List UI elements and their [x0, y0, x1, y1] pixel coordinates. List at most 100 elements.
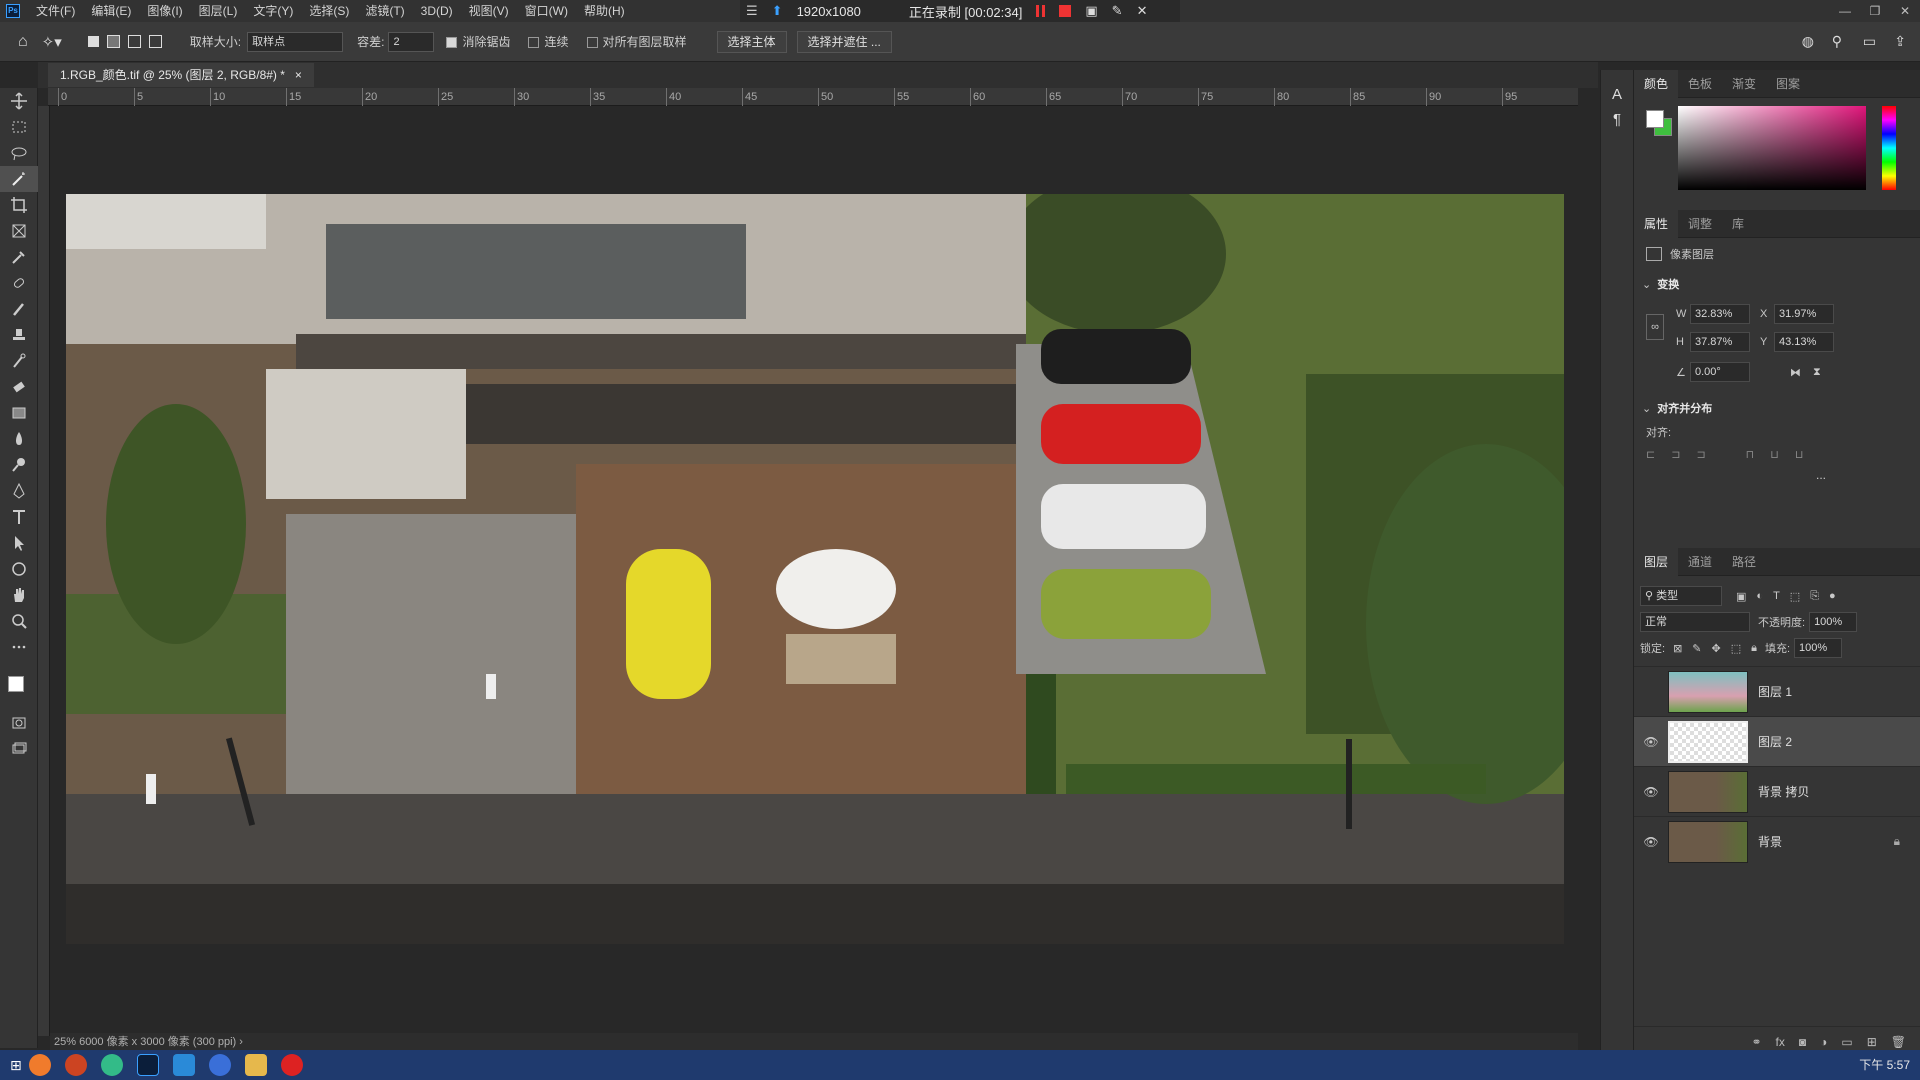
paragraph-panel-icon[interactable]: ¶: [1601, 111, 1633, 128]
select-and-mask-button[interactable]: 选择并遮住 ...: [796, 30, 892, 53]
angle-field[interactable]: 0.00°: [1690, 362, 1750, 382]
document-image[interactable]: [66, 194, 1564, 944]
search-icon[interactable]: ⚲: [1832, 33, 1842, 50]
close-icon[interactable]: ✕: [1137, 3, 1148, 19]
menu-filter[interactable]: 滤镜(T): [357, 0, 412, 22]
opacity-field[interactable]: 100%: [1809, 612, 1858, 632]
y-field[interactable]: 43.13%: [1774, 332, 1834, 352]
share-icon[interactable]: ⇪: [1894, 33, 1906, 50]
menu-select[interactable]: 选择(S): [301, 0, 357, 22]
adjustment-layer-icon[interactable]: ◑: [1820, 1035, 1827, 1049]
eyedropper-tool-icon[interactable]: [0, 244, 38, 270]
align-left-icon[interactable]: ⊏: [1646, 448, 1655, 461]
menu-file[interactable]: 文件(F): [28, 0, 83, 22]
foreground-color-swatch[interactable]: [8, 676, 24, 692]
character-panel-icon[interactable]: A: [1601, 86, 1633, 103]
camera-icon[interactable]: ▣: [1085, 3, 1097, 19]
subtract-selection-icon[interactable]: [127, 35, 141, 48]
eye-icon[interactable]: 👁︎: [1634, 785, 1668, 799]
photoshop-taskbar-icon[interactable]: [136, 1054, 159, 1076]
eye-icon[interactable]: 👁︎: [1634, 835, 1668, 849]
tab-channels[interactable]: 通道: [1678, 548, 1722, 576]
sample-all-layers-checkbox[interactable]: 对所有图层取样: [586, 33, 687, 50]
lock-transparent-icon[interactable]: ⊠: [1673, 642, 1682, 655]
select-subject-button[interactable]: 选择主体: [716, 30, 787, 53]
move-tool-icon[interactable]: [0, 88, 38, 114]
tab-libraries[interactable]: 库: [1722, 210, 1754, 238]
document-tab-close-icon[interactable]: ×: [295, 63, 302, 87]
more-options[interactable]: ...: [1816, 468, 1826, 482]
restore-icon[interactable]: ❐: [1860, 0, 1890, 22]
fx-icon[interactable]: fx: [1776, 1035, 1785, 1049]
lock-position-icon[interactable]: ✥: [1712, 642, 1721, 655]
chat-icon[interactable]: [100, 1054, 123, 1076]
filter-adjustment-icon[interactable]: ◐: [1756, 590, 1763, 602]
filter-smart-object-icon[interactable]: ⎘: [1810, 590, 1819, 603]
type-tool-icon[interactable]: [0, 504, 38, 530]
x-field[interactable]: 31.97%: [1774, 304, 1834, 324]
menu-edit[interactable]: 编辑(E): [83, 0, 139, 22]
add-mask-icon[interactable]: ◙: [1799, 1035, 1806, 1049]
blur-tool-icon[interactable]: [0, 426, 38, 452]
windows-start-icon[interactable]: ⊞: [10, 1057, 22, 1074]
fill-field[interactable]: 100%: [1794, 638, 1843, 658]
tab-adjustments[interactable]: 调整: [1678, 210, 1722, 238]
height-field[interactable]: 37.87%: [1690, 332, 1750, 352]
tab-gradients[interactable]: 渐变: [1722, 70, 1766, 98]
antialias-check-box[interactable]: [446, 37, 458, 49]
antialias-checkbox[interactable]: 消除锯齿: [446, 33, 510, 50]
link-proportions-icon[interactable]: ∞: [1646, 314, 1664, 340]
new-group-icon[interactable]: ▭: [1841, 1035, 1852, 1049]
home-icon[interactable]: ⌂: [18, 33, 28, 51]
gradient-tool-icon[interactable]: [0, 400, 38, 426]
dodge-tool-icon[interactable]: [0, 452, 38, 478]
magic-wand-icon[interactable]: ✧▾: [42, 33, 62, 51]
lock-pixels-icon[interactable]: ✎: [1692, 642, 1701, 655]
healing-brush-tool-icon[interactable]: [0, 270, 38, 296]
clone-stamp-tool-icon[interactable]: [0, 322, 38, 348]
new-selection-icon[interactable]: [87, 36, 99, 47]
screen-mode-icon[interactable]: [0, 736, 38, 762]
menu-3d[interactable]: 3D(D): [413, 0, 461, 22]
magic-wand-tool-icon[interactable]: [0, 166, 38, 192]
layer-filter-select[interactable]: ⚲ 类型: [1640, 586, 1722, 606]
layer-row[interactable]: 👁︎ 背景 🔒︎: [1634, 816, 1920, 866]
sample-all-check-box[interactable]: [586, 37, 598, 49]
learn-icon[interactable]: ◍: [1802, 33, 1814, 50]
app-icon[interactable]: [64, 1054, 87, 1076]
tab-layers[interactable]: 图层: [1634, 547, 1679, 576]
new-layer-icon[interactable]: ⊞: [1867, 1035, 1877, 1049]
width-field[interactable]: 32.83%: [1690, 304, 1750, 324]
contiguous-checkbox[interactable]: 连续: [528, 33, 569, 50]
color-picker-field[interactable]: [1678, 106, 1866, 190]
menu-help[interactable]: 帮助(H): [576, 0, 633, 22]
frame-tool-icon[interactable]: [0, 218, 38, 244]
tab-swatches[interactable]: 色板: [1678, 70, 1722, 98]
eye-icon[interactable]: 👁︎: [1634, 735, 1668, 749]
delete-layer-icon[interactable]: 🗑︎: [1891, 1035, 1906, 1049]
menu-image[interactable]: 图像(I): [139, 0, 190, 22]
filter-shape-icon[interactable]: ⬚: [1790, 590, 1800, 603]
path-selection-tool-icon[interactable]: [0, 530, 38, 556]
layer-row[interactable]: 👁︎ 背景 拷贝: [1634, 766, 1920, 816]
layer-row[interactable]: 👁︎ 图层 2: [1634, 716, 1920, 766]
blend-mode-select[interactable]: 正常: [1640, 612, 1750, 632]
brush-tool-icon[interactable]: [0, 296, 38, 322]
tab-patterns[interactable]: 图案: [1766, 70, 1810, 98]
workspace-icon[interactable]: ▭: [1863, 33, 1876, 50]
close-window-icon[interactable]: ✕: [1890, 0, 1920, 22]
link-layers-icon[interactable]: ⚭: [1751, 1035, 1761, 1049]
menu-type[interactable]: 文字(Y): [245, 0, 301, 22]
app2-icon[interactable]: [172, 1054, 195, 1076]
fg-swatch[interactable]: [1646, 110, 1664, 128]
chrome-icon[interactable]: [208, 1054, 231, 1076]
align-middle-icon[interactable]: ⊔: [1770, 448, 1779, 461]
layer-row[interactable]: 图层 1: [1634, 666, 1920, 716]
tab-color[interactable]: 颜色: [1634, 69, 1679, 98]
pin-icon[interactable]: ⬆: [772, 3, 783, 19]
more-tools-icon[interactable]: [0, 634, 38, 660]
filter-pixel-icon[interactable]: ▣: [1736, 590, 1746, 603]
filter-toggle-icon[interactable]: ●: [1829, 590, 1836, 602]
file-explorer-icon[interactable]: [244, 1054, 267, 1076]
ellipse-tool-icon[interactable]: [0, 556, 38, 582]
